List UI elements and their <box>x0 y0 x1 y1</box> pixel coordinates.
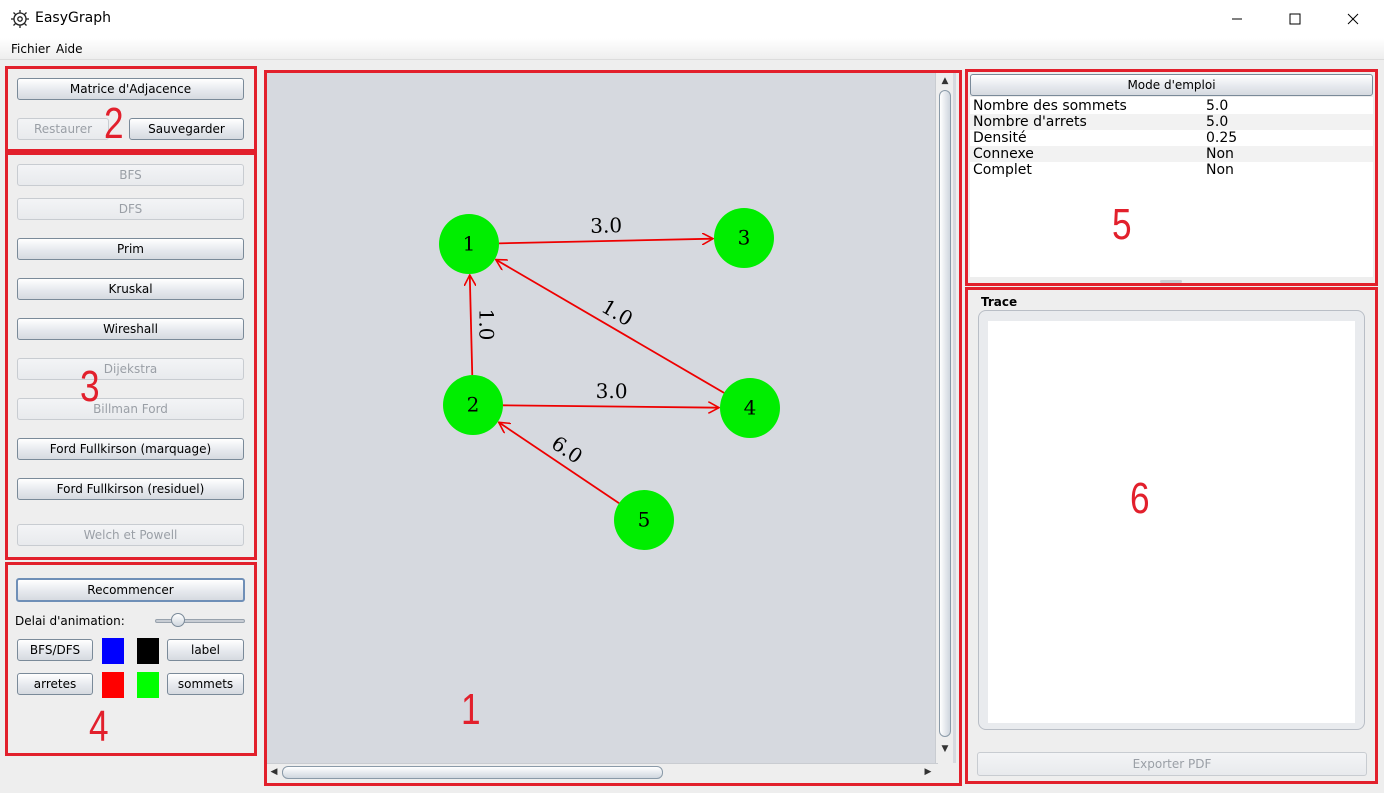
edge-weight-label: 6.0 <box>547 431 587 469</box>
stats-row: Densité 0.25 <box>970 130 1373 146</box>
vertices-color-button[interactable]: sommets <box>167 673 244 695</box>
algo-button-ford-fullkirson-residuel[interactable]: Ford Fullkirson (residuel) <box>17 478 244 500</box>
vertex-label: 2 <box>467 393 480 417</box>
trace-title: Trace <box>981 295 1018 309</box>
animation-delay-slider[interactable] <box>155 619 245 623</box>
vertex-label: 4 <box>744 396 757 420</box>
canvas-horizontal-scrollbar[interactable]: ◀ ▶ <box>266 763 938 781</box>
vertex-label: 3 <box>738 226 751 250</box>
stats-value: 5.0 <box>1206 98 1229 114</box>
edge-weight-label: 3.0 <box>590 213 622 238</box>
bfs-dfs-color-swatch[interactable] <box>102 638 124 664</box>
export-pdf-button[interactable]: Exporter PDF <box>977 752 1367 776</box>
divider-grip-icon[interactable] <box>1160 280 1182 283</box>
scroll-down-icon[interactable]: ▼ <box>938 742 952 756</box>
annotation-label-6: 6 <box>1130 474 1150 523</box>
edges-color-swatch[interactable] <box>102 672 124 698</box>
trace-text-area[interactable] <box>988 321 1355 723</box>
vertices-color-swatch[interactable] <box>137 672 159 698</box>
stats-label: Nombre des sommets <box>973 98 1127 114</box>
annotation-label-2: 2 <box>104 99 124 148</box>
annotation-label-4: 4 <box>89 702 109 751</box>
slider-knob[interactable] <box>171 613 185 627</box>
scroll-up-icon[interactable]: ▲ <box>938 74 952 88</box>
vertical-scroll-thumb[interactable] <box>939 90 951 737</box>
menu-aide[interactable]: Aide <box>56 42 83 56</box>
algo-button-prim[interactable]: Prim <box>17 238 244 260</box>
save-button[interactable]: Sauvegarder <box>129 118 244 140</box>
stats-row: Nombre des sommets 5.0 <box>970 98 1373 114</box>
algo-button-welch-et-powell[interactable]: Welch et Powell <box>17 524 244 546</box>
annotation-label-5: 5 <box>1112 200 1132 249</box>
stats-label: Nombre d'arrets <box>973 114 1087 130</box>
app-logo-icon <box>11 10 29 28</box>
graph-stats-table: Nombre des sommets 5.0 Nombre d'arrets 5.0 D… <box>970 97 1373 277</box>
bfs-dfs-color-button[interactable]: BFS/DFS <box>17 639 93 661</box>
graph-canvas[interactable]: 3.0 1.0 1.0 3.0 6.0 1 2 3 4 5 <box>266 73 956 763</box>
restart-button[interactable]: Recommencer <box>16 578 245 602</box>
edge-weight-label: 3.0 <box>596 379 628 403</box>
algo-button-kruskal[interactable]: Kruskal <box>17 278 244 300</box>
edge-4-1[interactable] <box>496 260 725 394</box>
algo-button-ford-fullkirson-marquage[interactable]: Ford Fullkirson (marquage) <box>17 438 244 460</box>
title-bar: EasyGraph <box>0 0 1384 38</box>
scroll-left-icon[interactable]: ◀ <box>267 765 281 779</box>
graph-drawing[interactable]: 3.0 1.0 1.0 3.0 6.0 1 2 3 4 5 <box>266 73 956 763</box>
vertex-label: 1 <box>463 232 476 256</box>
algo-button-wireshall[interactable]: Wireshall <box>17 318 244 340</box>
minimize-icon[interactable] <box>1208 0 1266 38</box>
stats-label: Complet <box>973 162 1032 178</box>
animation-delay-label: Delai d'animation: <box>15 614 125 628</box>
edge-weight-label: 1.0 <box>598 294 638 331</box>
edges-color-button[interactable]: arretes <box>17 673 93 695</box>
stats-row: Nombre d'arrets 5.0 <box>970 114 1373 130</box>
horizontal-scroll-thumb[interactable] <box>282 766 663 779</box>
edge-2-1[interactable] <box>470 275 472 376</box>
label-color-button[interactable]: label <box>167 639 244 661</box>
vertex-label: 5 <box>638 508 651 532</box>
edge-2-4[interactable] <box>502 405 719 407</box>
user-manual-button[interactable]: Mode d'emploi <box>970 74 1373 96</box>
stats-row: Complet Non <box>970 162 1373 178</box>
stats-value: 0.25 <box>1206 130 1238 146</box>
algo-button-dfs[interactable]: DFS <box>17 198 244 220</box>
adjacency-matrix-button[interactable]: Matrice d'Adjacence <box>17 78 244 100</box>
close-icon[interactable] <box>1324 0 1382 38</box>
algo-button-billman-ford[interactable]: Billman Ford <box>17 398 244 420</box>
stats-value: 5.0 <box>1206 114 1229 130</box>
annotation-label-1: 1 <box>461 685 481 734</box>
edge-weight-label: 1.0 <box>475 309 499 341</box>
stats-value: Non <box>1206 162 1234 178</box>
canvas-vertical-scrollbar[interactable]: ▲ ▼ <box>935 73 953 773</box>
stats-value: Non <box>1206 146 1234 162</box>
annotation-label-3: 3 <box>80 362 100 411</box>
edge-1-3[interactable] <box>498 239 713 244</box>
menu-bar: Fichier Aide <box>0 38 1384 60</box>
label-color-swatch[interactable] <box>137 638 159 664</box>
window-title: EasyGraph <box>35 10 111 26</box>
menu-fichier[interactable]: Fichier <box>11 42 50 56</box>
restore-button[interactable]: Restaurer <box>17 118 109 140</box>
scroll-right-icon[interactable]: ▶ <box>921 765 935 779</box>
stats-label: Densité <box>973 130 1027 146</box>
algo-button-dijekstra[interactable]: Dijekstra <box>17 358 244 380</box>
stats-row: Connexe Non <box>970 146 1373 162</box>
edges-layer: 3.0 1.0 1.0 3.0 6.0 <box>470 213 725 505</box>
maximize-icon[interactable] <box>1266 0 1324 38</box>
algo-button-bfs[interactable]: BFS <box>17 164 244 186</box>
stats-label: Connexe <box>973 146 1034 162</box>
